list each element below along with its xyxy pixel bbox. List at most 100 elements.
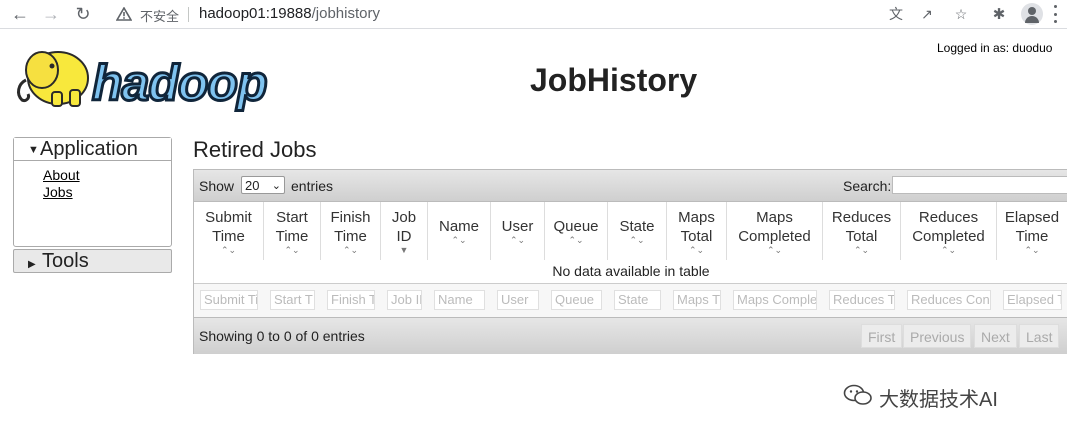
- column-header-user[interactable]: User ⌃⌄: [491, 202, 545, 260]
- table-filter-row: Submit Ti Start T Finish T Job II Name User Qu…: [194, 283, 1067, 317]
- warning-icon: [116, 7, 132, 21]
- triangle-right-icon: ▶: [28, 259, 36, 270]
- filter-input-queue[interactable]: Queue: [551, 290, 602, 310]
- table-footer: Showing 0 to 0 of 0 entries First Previo…: [194, 317, 1067, 354]
- filter-cell-reduces-completed: Reduces Con: [907, 288, 991, 312]
- page-next-button[interactable]: Next: [974, 324, 1017, 348]
- security-label[interactable]: 不安全: [140, 6, 179, 25]
- sidebar-application-label: Application: [40, 138, 138, 160]
- filter-cell-start-time: Start T: [270, 288, 315, 312]
- filter-input-reduces-total[interactable]: Reduces T: [829, 290, 895, 310]
- page-size-select[interactable]: 20 ⌄: [241, 176, 285, 194]
- filter-input-start-time[interactable]: Start T: [270, 290, 315, 310]
- column-header-label: State: [619, 218, 655, 235]
- column-header-label: Queue: [553, 218, 599, 235]
- sort-both-icon: ⌃⌄: [940, 244, 957, 255]
- profile-avatar-icon[interactable]: [1021, 3, 1043, 25]
- entries-label: entries: [291, 178, 334, 194]
- column-header-maps-total[interactable]: Maps Total ⌃⌄: [667, 202, 727, 260]
- sidebar-application-header[interactable]: ▼Application: [14, 138, 171, 161]
- filter-cell-submit-time: Submit Ti: [200, 288, 258, 312]
- filter-input-state[interactable]: State: [614, 290, 661, 310]
- column-header-start-time[interactable]: Start Time ⌃⌄: [264, 202, 321, 260]
- extensions-icon[interactable]: ✱: [988, 3, 1010, 25]
- page-first-button[interactable]: First: [861, 324, 903, 348]
- url-text[interactable]: hadoop01:19888/jobhistory: [199, 5, 380, 22]
- column-header-finish-time[interactable]: Finish Time ⌃⌄: [321, 202, 381, 260]
- search-input[interactable]: [892, 176, 1067, 194]
- filter-input-submit-time[interactable]: Submit Ti: [200, 290, 258, 310]
- sort-both-icon: ⌃⌄: [1024, 244, 1040, 255]
- section-title: Retired Jobs: [193, 137, 317, 162]
- column-header-maps-completed[interactable]: Maps Completed ⌃⌄: [727, 202, 823, 260]
- filter-cell-name: Name: [434, 288, 485, 312]
- column-header-label: Start Time: [275, 208, 309, 245]
- chevron-down-icon: ⌄: [271, 180, 281, 192]
- column-header-reduces-completed[interactable]: Reduces Completed ⌃⌄: [901, 202, 997, 260]
- browser-toolbar: ← → ↻ 不安全 hadoop01:19888/jobhistory 文 ↗ …: [0, 0, 1067, 29]
- forward-icon[interactable]: →: [40, 3, 62, 25]
- filter-cell-state: State: [614, 288, 661, 312]
- sort-both-icon: ⌃⌄: [284, 244, 300, 255]
- search-label: Search:: [843, 178, 892, 194]
- column-header-label: Reduces Completed: [912, 208, 985, 245]
- jobs-table: Show 20 ⌄ entries Search: Submit Time ⌃⌄ St…: [193, 169, 1067, 354]
- sidebar-link-about[interactable]: About: [43, 167, 171, 184]
- filter-cell-queue: Queue: [551, 288, 602, 312]
- share-icon[interactable]: ↗: [918, 5, 936, 23]
- filter-cell-finish-time: Finish T: [327, 288, 375, 312]
- filter-cell-reduces-total: Reduces T: [829, 288, 895, 312]
- column-header-label: Submit Time: [205, 208, 252, 245]
- sort-both-icon: ⌃⌄: [220, 244, 237, 255]
- sidebar-tools[interactable]: ▶ Tools: [13, 249, 172, 273]
- sort-both-icon: ⌃⌄: [853, 244, 870, 255]
- sort-both-icon: ⌃⌄: [766, 244, 783, 255]
- sort-both-icon: ⌃⌄: [342, 244, 359, 255]
- column-header-submit-time[interactable]: Submit Time ⌃⌄: [194, 202, 264, 260]
- watermark-text: 大数据技术AI: [879, 389, 998, 411]
- column-header-reduces-total[interactable]: Reduces Total ⌃⌄: [823, 202, 901, 260]
- sidebar-tools-label: Tools: [42, 250, 89, 272]
- page-size-value: 20: [245, 178, 260, 193]
- column-header-queue[interactable]: Queue ⌃⌄: [545, 202, 608, 260]
- filter-input-maps-total[interactable]: Maps T: [673, 290, 721, 310]
- logo-wordmark: hadoop: [92, 55, 267, 111]
- reload-icon[interactable]: ↻: [72, 3, 94, 25]
- table-header: Submit Time ⌃⌄ Start Time ⌃⌄ Finish Time ⌃⌄ Jo…: [194, 202, 1067, 260]
- filter-input-finish-time[interactable]: Finish T: [327, 290, 375, 310]
- logged-in-label: Logged in as: duoduo: [937, 41, 1053, 55]
- column-header-label: Name: [438, 218, 479, 235]
- column-header-name[interactable]: Name ⌃⌄: [428, 202, 491, 260]
- filter-input-user[interactable]: User: [497, 290, 539, 310]
- sort-both-icon: ⌃⌄: [568, 235, 584, 245]
- filter-input-elapsed-time[interactable]: Elapsed T: [1003, 290, 1062, 310]
- filter-input-job-id[interactable]: Job II: [387, 290, 422, 310]
- filter-cell-elapsed-time: Elapsed T: [1003, 288, 1062, 312]
- column-header-label: Finish Time: [330, 208, 371, 245]
- showing-info: Showing 0 to 0 of 0 entries: [199, 328, 365, 344]
- column-header-label: User: [501, 218, 534, 235]
- page-last-button[interactable]: Last: [1019, 324, 1060, 348]
- column-header-label: Maps Total: [678, 208, 715, 245]
- column-header-state[interactable]: State ⌃⌄: [608, 202, 667, 260]
- show-label: Show: [199, 178, 235, 194]
- address-bar[interactable]: 不安全 hadoop01:19888/jobhistory 文 ↗ ☆: [106, 1, 982, 27]
- column-header-label: Maps Completed: [738, 208, 811, 245]
- filter-input-name[interactable]: Name: [434, 290, 485, 310]
- sort-both-icon: ⌃⌄: [629, 235, 645, 245]
- filter-cell-job-id: Job II: [387, 288, 422, 312]
- page-previous-button[interactable]: Previous: [903, 324, 972, 348]
- hadoop-logo: hadoop: [17, 51, 269, 112]
- table-toolbar: Show 20 ⌄ entries Search:: [194, 170, 1067, 202]
- column-header-job-id[interactable]: Job ID ▼: [381, 202, 428, 260]
- filter-input-reduces-completed[interactable]: Reduces Con: [907, 290, 991, 310]
- bookmark-star-icon[interactable]: ☆: [952, 5, 970, 23]
- back-icon[interactable]: ←: [9, 3, 31, 25]
- filter-input-maps-completed[interactable]: Maps Comple: [733, 290, 817, 310]
- sidebar-link-jobs[interactable]: Jobs: [43, 184, 171, 201]
- translate-icon[interactable]: 文: [887, 5, 905, 23]
- menu-icon[interactable]: [1052, 5, 1058, 23]
- column-header-elapsed-time[interactable]: Elapsed Time ⌃⌄: [997, 202, 1067, 260]
- column-header-label: Reduces Total: [831, 208, 892, 245]
- triangle-down-icon: ▼: [28, 143, 39, 156]
